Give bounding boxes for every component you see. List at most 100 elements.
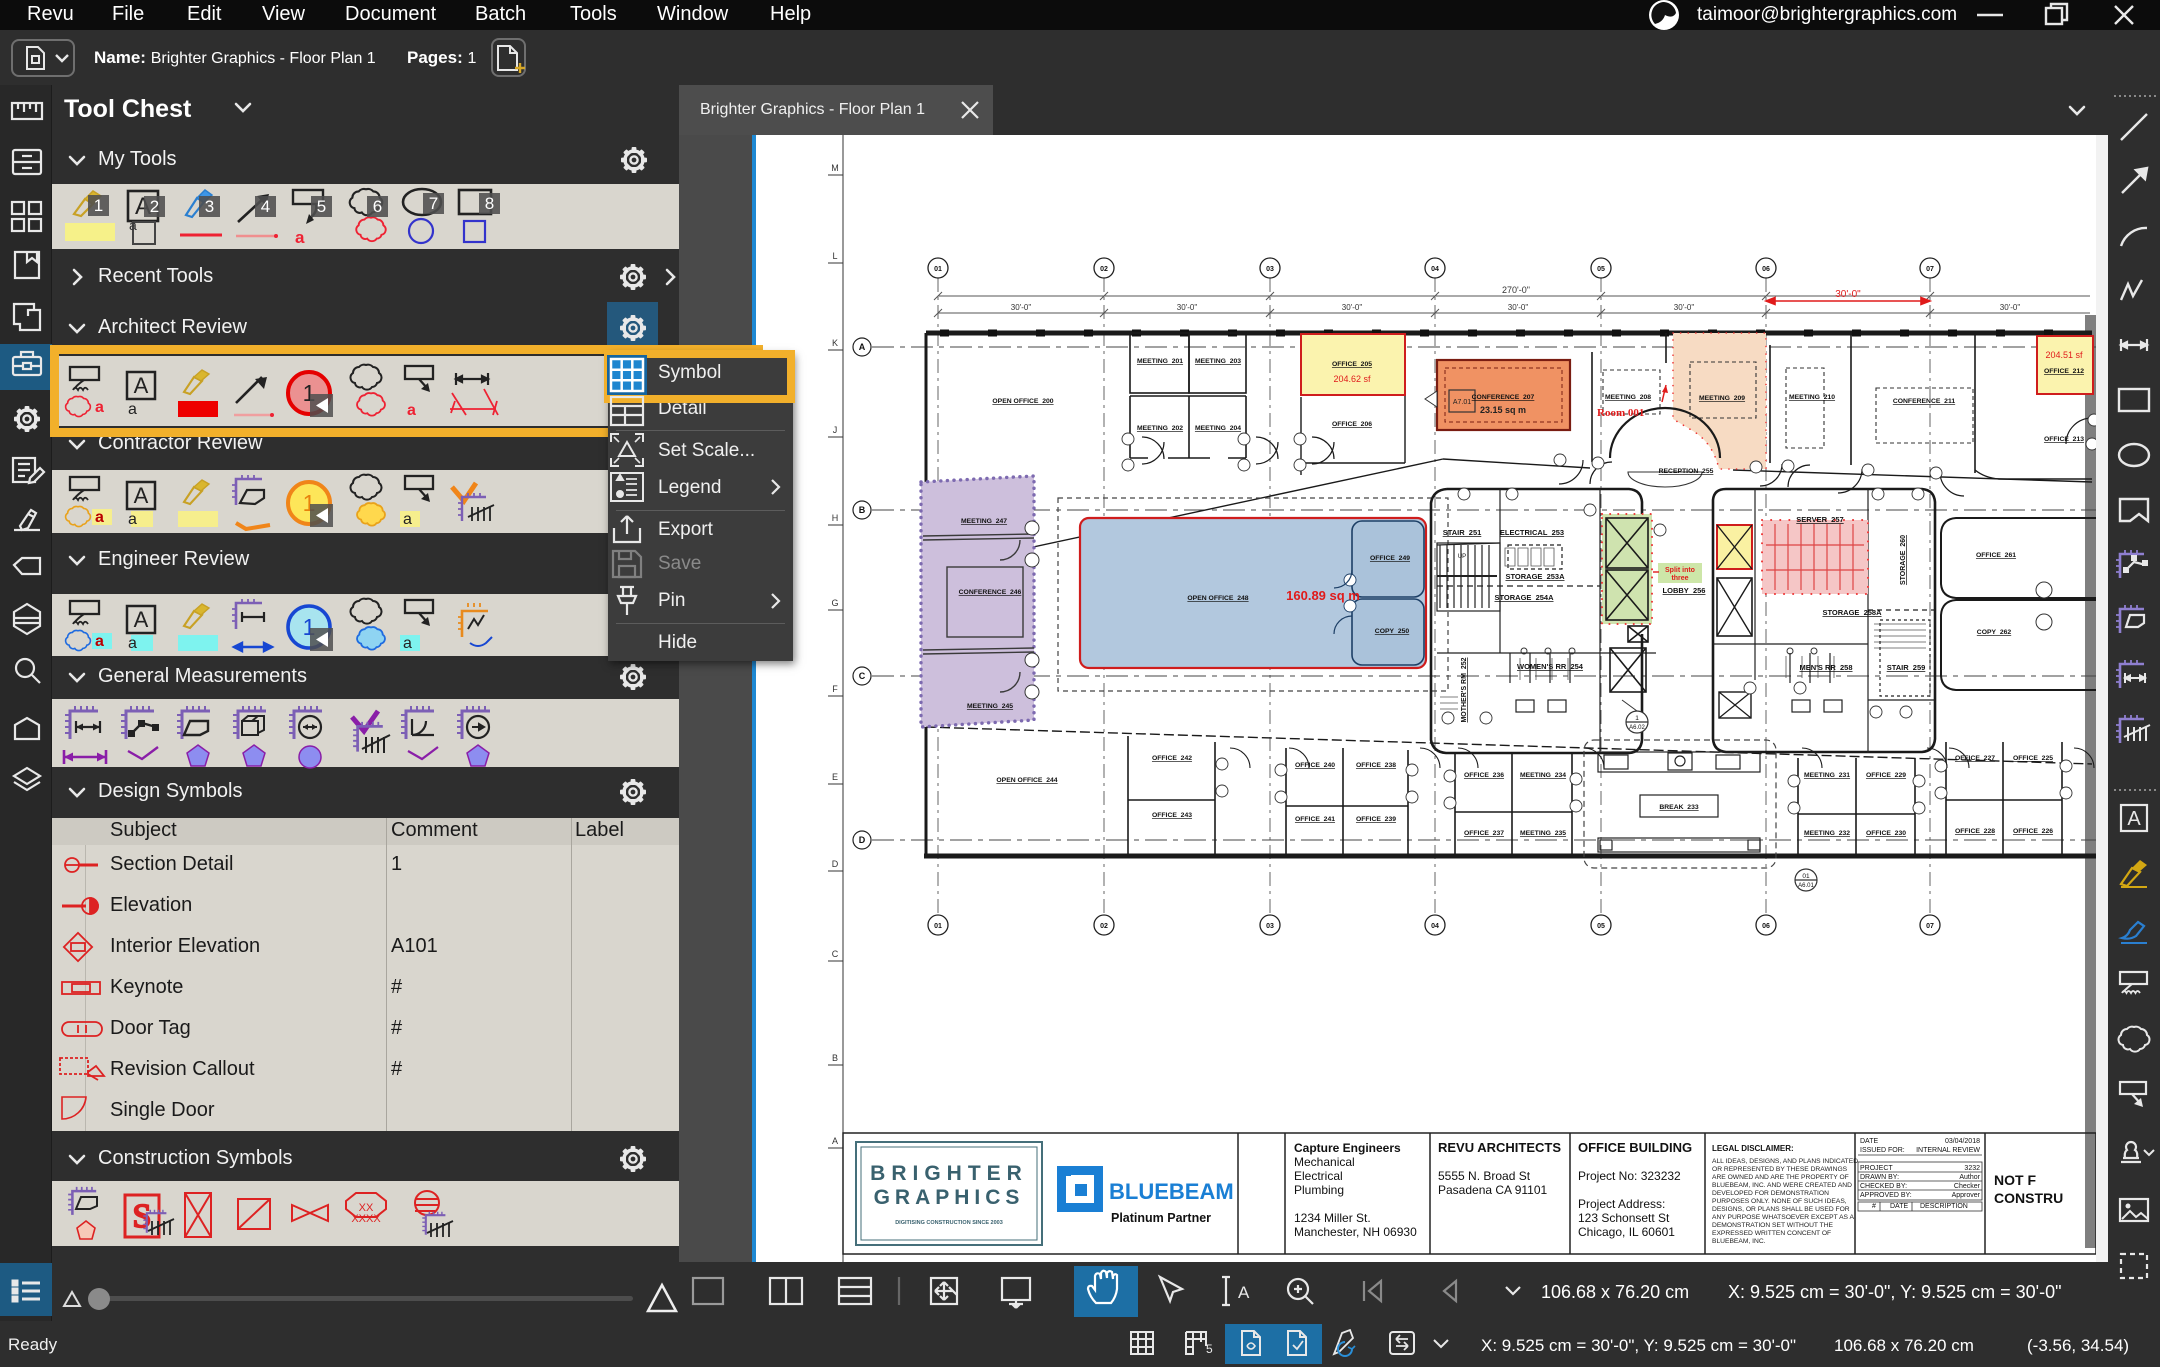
svg-text:DATE: DATE: [1890, 1203, 1908, 1210]
svg-text:BLUEBEAM: BLUEBEAM: [1109, 1179, 1234, 1204]
svg-text:A6.01: A6.01: [1798, 883, 1814, 889]
svg-text:Plumbing: Plumbing: [1294, 1183, 1344, 1197]
svg-text:SERVER 257: SERVER 257: [1796, 515, 1843, 524]
svg-text:OFFICE 227: OFFICE 227: [1955, 755, 1995, 762]
svg-text:OFFICE 242: OFFICE 242: [1152, 755, 1192, 762]
svg-text:06: 06: [1762, 923, 1770, 930]
svg-text:01: 01: [934, 266, 942, 273]
svg-text:PURPOSES ONLY. NONE OF SUCH ID: PURPOSES ONLY. NONE OF SUCH IDEAS,: [1712, 1198, 1847, 1205]
svg-text:MOTHER'S RM 252: MOTHER'S RM 252: [1461, 657, 1468, 722]
svg-text:OFFICE 237: OFFICE 237: [1464, 830, 1504, 837]
svg-text:C: C: [832, 949, 839, 959]
svg-text:E: E: [832, 772, 838, 782]
svg-text:C: C: [859, 671, 866, 681]
svg-text:MEETING 204: MEETING 204: [1195, 425, 1241, 432]
svg-text:H: H: [832, 513, 839, 523]
svg-text:LEGAL DISCLAIMER:: LEGAL DISCLAIMER:: [1712, 1144, 1794, 1153]
svg-text:ISSUED FOR:: ISSUED FOR:: [1860, 1147, 1905, 1154]
svg-text:STORAGE 260: STORAGE 260: [1900, 535, 1907, 585]
svg-text:GRAPHICS: GRAPHICS: [874, 1186, 1025, 1209]
svg-text:OFFICE 249: OFFICE 249: [1370, 555, 1410, 562]
svg-text:A6.02: A6.02: [1629, 725, 1645, 731]
svg-text:DEVELOPED FOR DEMONSTRATION: DEVELOPED FOR DEMONSTRATION: [1712, 1190, 1829, 1197]
svg-text:204.51 sf: 204.51 sf: [2045, 350, 2083, 360]
svg-text:OFFICE 229: OFFICE 229: [1866, 772, 1906, 779]
svg-text:ELECTRICAL 253: ELECTRICAL 253: [1500, 528, 1564, 537]
svg-text:STORAGE 254A: STORAGE 254A: [1494, 593, 1554, 602]
svg-text:OFFICE 240: OFFICE 240: [1295, 762, 1335, 769]
svg-text:03: 03: [1266, 923, 1274, 930]
svg-text:ALL IDEAS, DESIGNS, AND PLANS: ALL IDEAS, DESIGNS, AND PLANS INDICATED: [1712, 1158, 1858, 1165]
svg-text:MEETING 210: MEETING 210: [1789, 394, 1835, 401]
svg-text:MEETING 203: MEETING 203: [1195, 358, 1241, 365]
svg-text:03: 03: [1266, 266, 1274, 273]
svg-text:COPY 262: COPY 262: [1977, 629, 2012, 636]
svg-text:Project Address:: Project Address:: [1578, 1197, 1665, 1211]
svg-text:04: 04: [1431, 923, 1439, 930]
svg-text:Chicago, IL 60601: Chicago, IL 60601: [1578, 1225, 1675, 1239]
svg-text:F: F: [832, 684, 838, 694]
svg-text:07: 07: [1926, 266, 1934, 273]
svg-text:Split into: Split into: [1665, 567, 1695, 574]
svg-text:MEETING 235: MEETING 235: [1520, 830, 1566, 837]
svg-text:G: G: [831, 598, 838, 608]
svg-text:Platinum Partner: Platinum Partner: [1111, 1211, 1211, 1225]
svg-text:05: 05: [1597, 923, 1605, 930]
svg-text:LOBBY 256: LOBBY 256: [1663, 586, 1706, 595]
svg-text:INTERNAL REVIEW: INTERNAL REVIEW: [1916, 1147, 1980, 1154]
svg-text:STORAGE 253A: STORAGE 253A: [1505, 572, 1565, 581]
svg-text:OFFICE 206: OFFICE 206: [1332, 421, 1372, 428]
svg-text:DIGITISING CONSTRUCTION SINCE: DIGITISING CONSTRUCTION SINCE 2003: [895, 1220, 1003, 1226]
svg-text:EXPRESSED WRITTEN CONCENT OF: EXPRESSED WRITTEN CONCENT OF: [1712, 1230, 1831, 1237]
svg-text:NOT F: NOT F: [1994, 1172, 2036, 1188]
svg-text:Pasadena CA 91101: Pasadena CA 91101: [1438, 1183, 1548, 1197]
svg-text:MEETING 247: MEETING 247: [961, 518, 1007, 525]
svg-text:MEETING 201: MEETING 201: [1137, 358, 1183, 365]
svg-text:OFFICE 205: OFFICE 205: [1332, 361, 1372, 368]
svg-text:MEETING 232: MEETING 232: [1804, 830, 1850, 837]
svg-text:DATE: DATE: [1860, 1138, 1878, 1145]
svg-text:CHECKED BY:: CHECKED BY:: [1860, 1183, 1907, 1190]
svg-text:Manchester, NH 06930: Manchester, NH 06930: [1294, 1225, 1417, 1239]
svg-text:OFFICE 213: OFFICE 213: [2044, 436, 2084, 443]
svg-text:OFFICE 238: OFFICE 238: [1356, 762, 1396, 769]
svg-text:OPEN OFFICE 244: OPEN OFFICE 244: [996, 777, 1057, 784]
svg-text:COPY 250: COPY 250: [1375, 628, 1410, 635]
svg-text:OPEN OFFICE 200: OPEN OFFICE 200: [992, 398, 1053, 405]
svg-text:30'-0": 30'-0": [1835, 289, 1861, 300]
svg-text:STORAGE 258A: STORAGE 258A: [1822, 608, 1882, 617]
svg-text:WOMEN'S RR 254: WOMEN'S RR 254: [1517, 662, 1584, 671]
svg-text:01: 01: [934, 923, 942, 930]
svg-text:MEN'S RR 258: MEN'S RR 258: [1799, 663, 1852, 672]
svg-text:06: 06: [1762, 266, 1770, 273]
svg-text:05: 05: [1597, 266, 1605, 273]
svg-text:BRIGHTER: BRIGHTER: [870, 1162, 1028, 1185]
svg-text:Author: Author: [1959, 1174, 1980, 1181]
svg-text:123 Schonsett St: 123 Schonsett St: [1578, 1211, 1670, 1225]
svg-text:02: 02: [1100, 923, 1108, 930]
svg-text:Project No: 323232: Project No: 323232: [1578, 1169, 1681, 1183]
svg-text:APPROVED BY:: APPROVED BY:: [1860, 1192, 1912, 1199]
svg-text:CONFERENCE 207: CONFERENCE 207: [1472, 394, 1535, 401]
svg-text:30'-0": 30'-0": [1342, 303, 1363, 312]
svg-text:L: L: [832, 251, 837, 261]
svg-text:CONSTRU: CONSTRU: [1994, 1190, 2063, 1206]
svg-text:30'-0": 30'-0": [1177, 303, 1198, 312]
svg-text:M: M: [831, 163, 839, 173]
svg-text:RECEPTION 255: RECEPTION 255: [1659, 468, 1714, 475]
svg-text:DESCRIPTION: DESCRIPTION: [1920, 1203, 1968, 1210]
svg-text:ANY PURPOSE WHATSOEVER EXCEPT: ANY PURPOSE WHATSOEVER EXCEPT AS A: [1712, 1214, 1855, 1221]
svg-text:30'-0": 30'-0": [1011, 303, 1032, 312]
svg-text:CONFERENCE 246: CONFERENCE 246: [959, 589, 1022, 596]
svg-text:BLUEBEAM, INC. AND WERE CREATE: BLUEBEAM, INC. AND WERE CREATED AND: [1712, 1182, 1852, 1189]
svg-text:204.62 sf: 204.62 sf: [1333, 374, 1371, 384]
svg-text:OFFICE BUILDING: OFFICE BUILDING: [1578, 1140, 1692, 1155]
svg-text:30'-0": 30'-0": [2000, 303, 2021, 312]
svg-text:MEETING 234: MEETING 234: [1520, 772, 1566, 779]
svg-text:BREAK 233: BREAK 233: [1659, 804, 1699, 811]
svg-text:MEETING 208: MEETING 208: [1605, 394, 1651, 401]
svg-text:J: J: [833, 425, 838, 435]
svg-text:04: 04: [1431, 266, 1439, 273]
svg-text:STAIR 259: STAIR 259: [1887, 663, 1926, 672]
svg-text:07: 07: [1926, 923, 1934, 930]
